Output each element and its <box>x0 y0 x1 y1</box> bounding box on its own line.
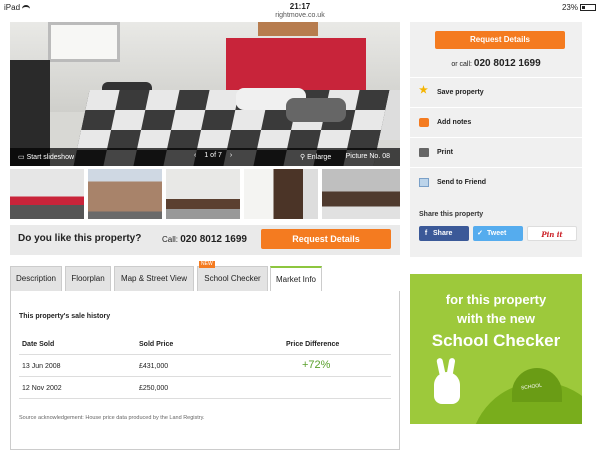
star-icon: ★ <box>419 85 428 96</box>
chevron-right-icon[interactable]: › <box>230 152 232 159</box>
facebook-icon: f <box>424 230 428 237</box>
add-notes-link[interactable]: Add notes <box>410 107 582 137</box>
gallery-nav: ‹ 1 of 7 › <box>190 152 236 159</box>
school-checker-ad[interactable]: for this property with the new School Ch… <box>410 274 582 424</box>
like-question: Do you like this property? <box>18 233 142 244</box>
table-header: Date Sold Sold Price Price Difference <box>19 335 391 355</box>
gallery-controls: ▭ Start slideshow ‹ 1 of 7 › ⚲ Enlarge Pic… <box>10 148 400 166</box>
enlarge-button[interactable]: ⚲ Enlarge <box>300 153 331 161</box>
picture-number: Picture No. 08 <box>345 153 390 160</box>
request-details-button[interactable]: Request Details <box>261 229 391 249</box>
magnifier-icon: ⚲ <box>300 154 306 161</box>
thumbnail[interactable] <box>244 169 318 219</box>
sale-history-table: Date Sold Sold Price Price Difference 13… <box>19 335 391 399</box>
request-details-button[interactable]: Request Details <box>435 31 565 49</box>
bunny-mascot-icon <box>434 372 460 404</box>
start-slideshow-button[interactable]: ▭ Start slideshow <box>18 153 74 161</box>
price-difference: +72% <box>302 359 331 371</box>
main-property-photo[interactable] <box>10 22 400 166</box>
send-to-friend-link[interactable]: Send to Friend <box>410 167 582 197</box>
source-acknowledgement: Source acknowledgement: House price data… <box>19 415 205 421</box>
tab-market-info[interactable]: Market Info <box>270 266 322 292</box>
facebook-share-button[interactable]: f Share <box>419 226 469 241</box>
sale-history-heading: This property's sale history <box>19 313 111 320</box>
twitter-icon: ✓ <box>477 230 483 237</box>
table-row: 13 Jun 2008 £431,000 +72% <box>19 355 391 377</box>
photo-counter: 1 of 7 <box>204 152 222 159</box>
save-property-link[interactable]: ★ Save property <box>410 77 582 107</box>
battery-icon <box>580 4 596 12</box>
envelope-icon <box>419 178 429 187</box>
battery-indicator: 23% <box>562 3 596 12</box>
tab-floorplan[interactable]: Floorplan <box>65 266 111 292</box>
property-tabs: Description Floorplan Map & Street View … <box>10 261 400 292</box>
thumbnail-strip <box>10 169 400 219</box>
printer-icon <box>419 148 429 157</box>
thumbnail[interactable] <box>166 169 240 219</box>
ad-line-1: for this property <box>445 292 547 307</box>
tab-map-street-view[interactable]: Map & Street View <box>114 266 194 292</box>
print-link[interactable]: Print <box>410 137 582 167</box>
or-call[interactable]: or call: 020 8012 1699 <box>410 58 582 69</box>
tab-description[interactable]: Description <box>10 266 62 292</box>
market-info-panel: This property's sale history Date Sold S… <box>10 291 400 450</box>
like-property-bar: Do you like this property? Call: 020 801… <box>10 225 400 255</box>
new-badge: NEW <box>199 261 215 268</box>
tab-school-checker[interactable]: NEW School Checker <box>197 261 268 292</box>
table-row: 12 Nov 2002 £250,000 <box>19 377 391 399</box>
pinterest-pin-button[interactable]: Pin it <box>527 226 577 241</box>
thumbnail[interactable] <box>10 169 84 219</box>
thumbnail[interactable] <box>322 169 400 219</box>
thumbnail[interactable] <box>88 169 162 219</box>
contact-sidebar: Request Details or call: 020 8012 1699 ★… <box>410 22 582 257</box>
ios-status-bar: iPad 21:17 rightmove.co.uk 23% <box>0 0 600 22</box>
share-heading: Share this property <box>419 211 484 218</box>
note-icon <box>419 118 429 127</box>
call-number[interactable]: Call: 020 8012 1699 <box>162 234 247 245</box>
twitter-tweet-button[interactable]: ✓ Tweet <box>473 226 523 241</box>
ad-line-3: School Checker <box>431 331 561 350</box>
clock: 21:17 <box>289 2 311 11</box>
chevron-left-icon[interactable]: ‹ <box>194 152 196 159</box>
address-url[interactable]: rightmove.co.uk <box>0 12 600 19</box>
ad-line-2: with the new <box>457 311 535 326</box>
